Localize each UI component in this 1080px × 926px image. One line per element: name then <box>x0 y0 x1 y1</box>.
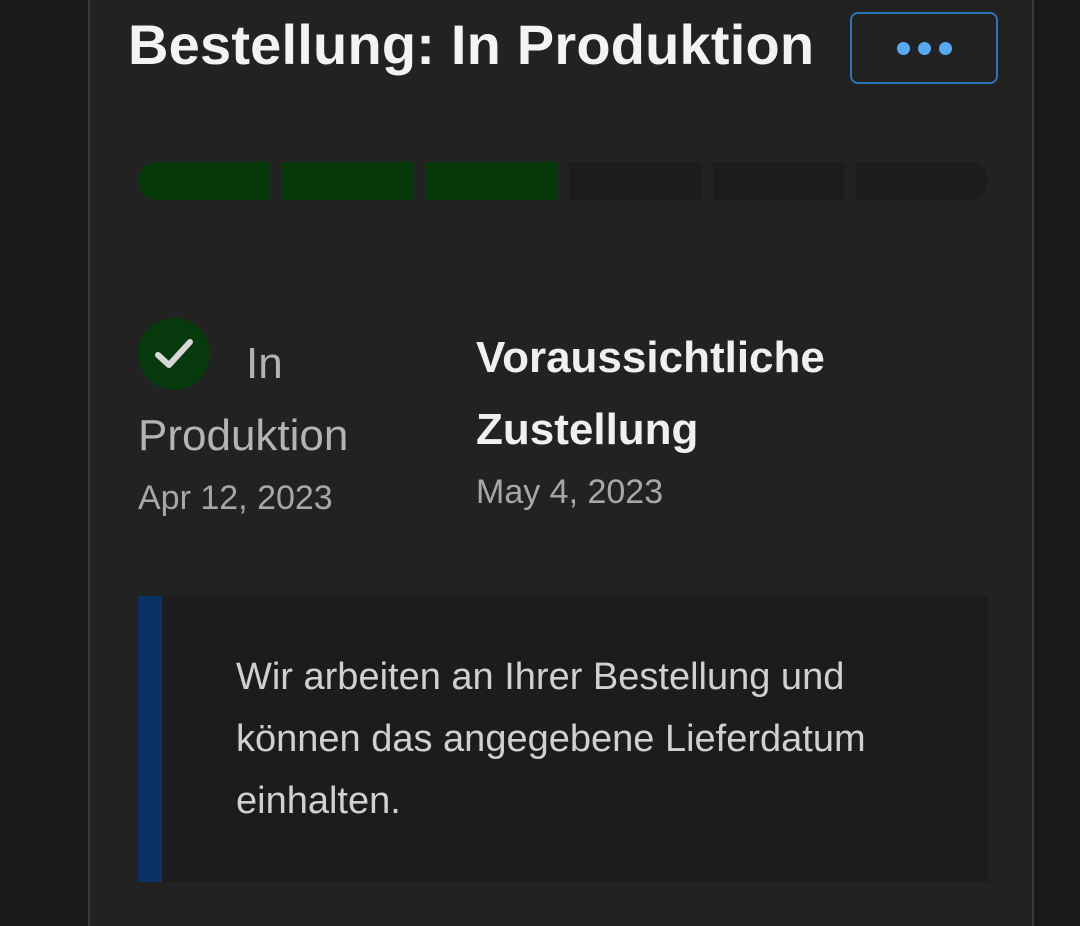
delivery-label: Voraussichtliche Zustellung <box>476 333 825 454</box>
note-text: Wir arbeiten an Ihrer Bestellung und kön… <box>236 656 866 822</box>
info-note: Wir arbeiten an Ihrer Bestellung und kön… <box>138 596 988 882</box>
more-horizontal-icon <box>896 41 910 55</box>
check-icon <box>138 318 210 390</box>
progress-step <box>138 162 270 200</box>
page-title: Bestellung: In Produktion <box>128 13 815 76</box>
status-section: In Produktion Apr 12, 2023 <box>138 318 438 524</box>
delivery-date: May 4, 2023 <box>476 473 664 511</box>
progress-step <box>712 162 845 200</box>
progress-step <box>856 162 989 200</box>
more-horizontal-icon-dot <box>938 41 952 55</box>
order-card: Bestellung: In Produktion In Produktion … <box>88 0 1034 926</box>
progress-step <box>569 162 701 200</box>
progress-step <box>425 162 558 200</box>
note-accent-bar <box>138 596 162 882</box>
more-horizontal-icon-dot <box>917 41 931 55</box>
status-date: Apr 12, 2023 <box>138 479 333 517</box>
more-options-button[interactable] <box>850 12 998 84</box>
order-progress-bar <box>138 162 989 200</box>
delivery-section: Voraussichtliche Zustellung May 4, 2023 <box>476 322 896 518</box>
progress-step <box>281 162 414 200</box>
